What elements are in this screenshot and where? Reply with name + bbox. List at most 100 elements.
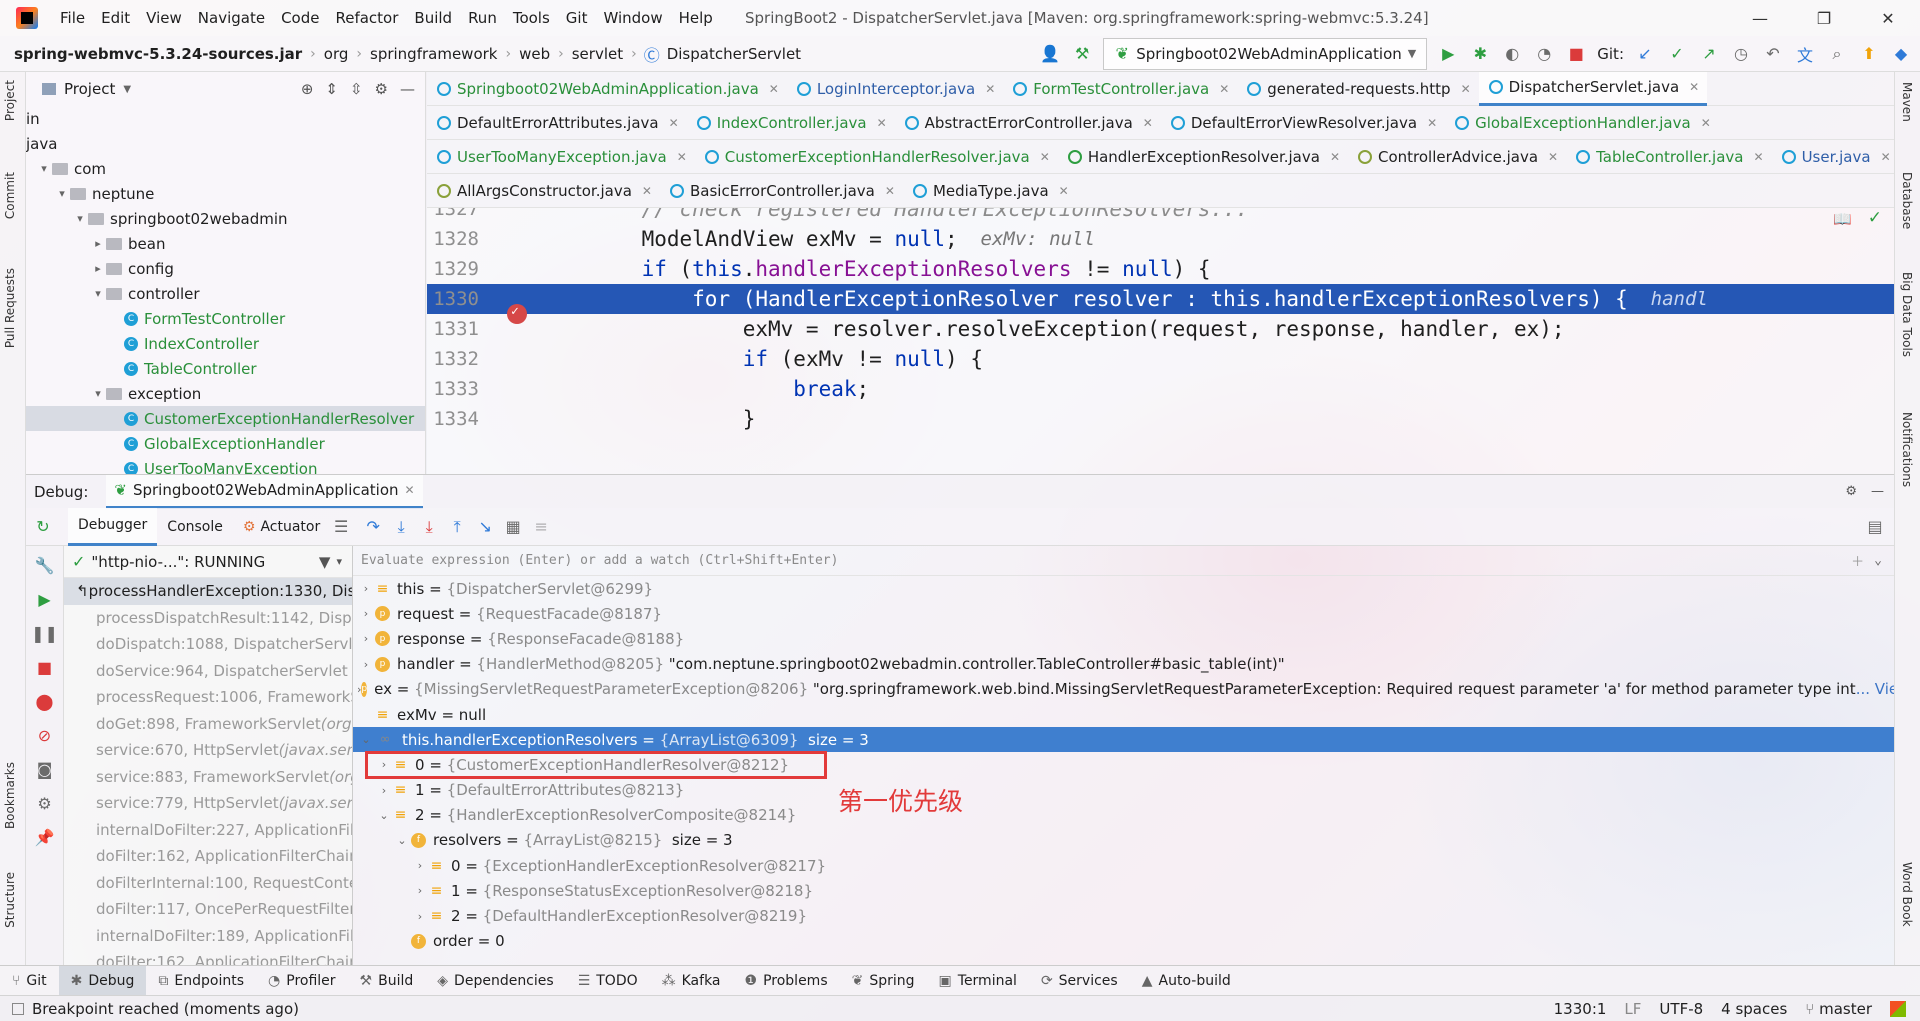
- menu-view[interactable]: View: [138, 9, 190, 27]
- wrench-icon[interactable]: 🔧: [34, 554, 56, 576]
- settings-gear-icon[interactable]: ⚙: [1845, 484, 1857, 499]
- menu-edit[interactable]: Edit: [93, 9, 138, 27]
- file-encoding[interactable]: UTF-8: [1659, 1000, 1703, 1018]
- expand-all-icon[interactable]: ⇕: [325, 80, 338, 98]
- git-update-icon[interactable]: ↙: [1634, 43, 1656, 65]
- menu-tools[interactable]: Tools: [505, 9, 558, 27]
- chevron-right-icon[interactable]: ›: [357, 658, 375, 671]
- code-line[interactable]: 1334 }: [427, 404, 1894, 434]
- chevron-right-icon[interactable]: ›: [375, 784, 393, 797]
- chevron-down-icon[interactable]: ⌄: [1874, 553, 1882, 568]
- add-watch-icon[interactable]: ＋: [1851, 551, 1864, 570]
- close-tab-icon[interactable]: ✕: [1754, 150, 1764, 164]
- stack-frame[interactable]: doDispatch:1088, DispatcherServle: [64, 631, 352, 658]
- tab-debugger[interactable]: Debugger: [68, 507, 158, 546]
- chevron-right-icon[interactable]: ›: [411, 884, 429, 897]
- run-configuration-select[interactable]: ❦ Springboot02WebAdminApplication ▼: [1103, 37, 1428, 70]
- editor-tab[interactable]: IndexController.java ✕: [687, 106, 895, 140]
- variable-row[interactable]: ⌄ f resolvers = {ArrayList@8215} size = 3: [353, 828, 1894, 853]
- chevron-right-icon[interactable]: ›: [357, 607, 375, 620]
- tool-build[interactable]: ⚒ Build: [348, 966, 426, 996]
- close-tab-icon[interactable]: ✕: [1427, 116, 1437, 130]
- editor-tab[interactable]: GlobalExceptionHandler.java ✕: [1445, 106, 1719, 140]
- variable-row[interactable]: › ≡ 1 = {ResponseStatusExceptionResolver@8…: [353, 878, 1894, 903]
- chevron-right-icon[interactable]: ›: [357, 582, 375, 595]
- pull-requests-tool-tab[interactable]: Pull Requests: [3, 268, 17, 348]
- close-tab-icon[interactable]: ✕: [1059, 184, 1069, 198]
- close-tab-icon[interactable]: ✕: [1143, 116, 1153, 130]
- breadcrumb-item[interactable]: DispatcherServlet: [663, 45, 805, 63]
- variable-row[interactable]: › ≡ 0 = {ExceptionHandlerExceptionResolver…: [353, 853, 1894, 878]
- editor-tab[interactable]: TableController.java ✕: [1566, 140, 1771, 174]
- tool-git[interactable]: ⑂ Git: [0, 966, 59, 996]
- stack-frame[interactable]: doFilter:162, ApplicationFilterChain: [64, 949, 352, 965]
- translate-icon[interactable]: 文: [1794, 43, 1816, 65]
- variable-row[interactable]: ⌄ ≡ 2 = {HandlerExceptionResolverComposite…: [353, 803, 1894, 828]
- stop-icon[interactable]: ■: [1565, 43, 1587, 65]
- stack-frame[interactable]: doFilter:117, OncePerRequestFilter: [64, 896, 352, 923]
- chevron-down-icon[interactable]: ▾: [90, 387, 106, 400]
- code-line[interactable]: 1332 if (exMv != null) {: [427, 344, 1894, 374]
- stack-frame[interactable]: doGet:898, FrameworkServlet (org: [64, 711, 352, 738]
- stack-frame[interactable]: internalDoFilter:227, ApplicationFilt: [64, 817, 352, 844]
- tree-item[interactable]: C FormTestController: [26, 306, 425, 331]
- evaluate-expression-icon[interactable]: ▦: [502, 516, 524, 538]
- breadcrumb-item[interactable]: servlet: [568, 45, 627, 63]
- editor-tab[interactable]: DefaultErrorViewResolver.java ✕: [1161, 106, 1445, 140]
- search-icon[interactable]: ⌕: [1826, 43, 1848, 65]
- stack-frame[interactable]: doFilter:162, ApplicationFilterChain: [64, 843, 352, 870]
- breadcrumb-item[interactable]: spring-webmvc-5.3.24-sources.jar: [0, 45, 306, 63]
- editor-tab[interactable]: DefaultErrorAttributes.java ✕: [427, 106, 687, 140]
- update-icon[interactable]: ⬆: [1858, 43, 1880, 65]
- tree-item[interactable]: in: [26, 106, 425, 131]
- stack-frame[interactable]: service:779, HttpServlet (javax.serv: [64, 790, 352, 817]
- menu-run[interactable]: Run: [460, 9, 505, 27]
- caret-position[interactable]: 1330:1: [1554, 1000, 1607, 1018]
- close-tab-icon[interactable]: ✕: [877, 116, 887, 130]
- force-step-into-icon[interactable]: ⤓: [418, 516, 440, 538]
- view-link[interactable]: ... View: [1856, 680, 1894, 698]
- menu-help[interactable]: Help: [671, 9, 721, 27]
- close-tab-icon[interactable]: ✕: [1330, 150, 1340, 164]
- breadcrumb-item[interactable]: web: [515, 45, 554, 63]
- stop-icon[interactable]: ■: [34, 656, 56, 678]
- database-tool-tab[interactable]: Database: [1900, 172, 1914, 229]
- watch-expression-input[interactable]: Evaluate expression (Enter) or add a wat…: [353, 546, 1894, 576]
- code-line[interactable]: 1333 break;: [427, 374, 1894, 404]
- menu-git[interactable]: Git: [558, 9, 596, 27]
- close-tab-icon[interactable]: ✕: [677, 150, 687, 164]
- structure-tool-tab[interactable]: Structure: [3, 872, 17, 928]
- step-out-icon[interactable]: ⤒: [446, 516, 468, 538]
- code-line[interactable]: 1330 for (HandlerExceptionResolver resol…: [427, 284, 1894, 324]
- tree-item[interactable]: ▾ exception: [26, 381, 425, 406]
- step-over-icon[interactable]: ↷: [362, 516, 384, 538]
- resume-icon[interactable]: ▶: [34, 588, 56, 610]
- trace-icon[interactable]: ≡: [530, 516, 552, 538]
- coverage-icon[interactable]: ◐: [1501, 43, 1523, 65]
- editor-tab[interactable]: User.java ✕: [1772, 140, 1899, 174]
- project-tool-tab[interactable]: Project: [3, 80, 17, 121]
- indent-setting[interactable]: 4 spaces: [1721, 1000, 1787, 1018]
- breadcrumb-item[interactable]: org: [320, 45, 353, 63]
- breadcrumb-item[interactable]: springframework: [366, 45, 501, 63]
- menu-build[interactable]: Build: [406, 9, 460, 27]
- tool-debug[interactable]: ✱ Debug: [58, 965, 147, 996]
- settings-gear-icon[interactable]: ⚙: [375, 80, 388, 98]
- status-toggle-icon[interactable]: [12, 1002, 24, 1015]
- editor-tab[interactable]: UserTooManyException.java ✕: [427, 140, 695, 174]
- tool-auto-build[interactable]: ▲ Auto-build: [1130, 966, 1243, 996]
- editor-tab[interactable]: MediaType.java ✕: [903, 174, 1077, 208]
- chevron-down-icon[interactable]: ▼: [123, 84, 131, 95]
- close-tab-icon[interactable]: ✕: [1701, 116, 1711, 130]
- variable-row[interactable]: ≡ exMv = null: [353, 702, 1894, 727]
- chevron-down-icon[interactable]: ▾: [72, 212, 88, 225]
- editor-tab[interactable]: CustomerExceptionHandlerResolver.java ✕: [695, 140, 1058, 174]
- run-icon[interactable]: ▶: [1437, 43, 1459, 65]
- editor-tab[interactable]: BasicErrorController.java ✕: [660, 174, 903, 208]
- close-tab-icon[interactable]: ✕: [1548, 150, 1558, 164]
- tree-item[interactable]: C UserTooManyException: [26, 456, 425, 474]
- close-tab-icon[interactable]: ✕: [1040, 150, 1050, 164]
- menu-code[interactable]: Code: [273, 9, 327, 27]
- code-line[interactable]: 1328 ModelAndView exMv = null; exMv: nul…: [427, 224, 1894, 254]
- tab-actuator[interactable]: ⚙ Actuator: [233, 508, 330, 546]
